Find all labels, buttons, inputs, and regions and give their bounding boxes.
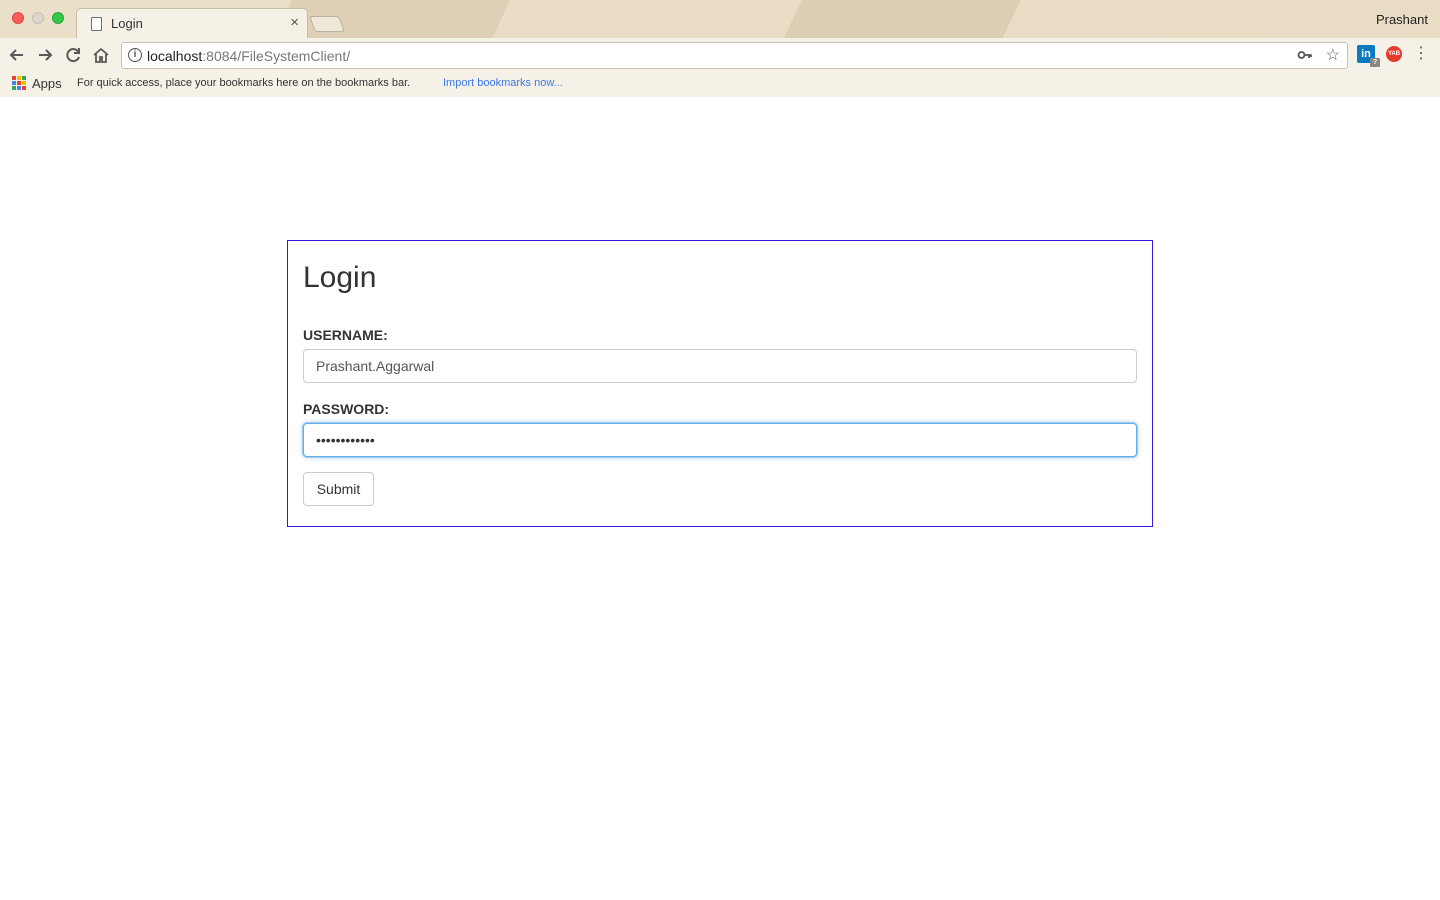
browser-chrome: Login × Prashant i localhost:8084/FileSy… [0,0,1440,97]
bookmarks-bar: Apps For quick access, place your bookma… [0,72,1440,97]
tab-title: Login [111,16,143,31]
profile-name[interactable]: Prashant [1376,12,1428,27]
yab-extension-icon[interactable]: YAB [1386,46,1402,62]
title-bar: Login × Prashant [0,0,1440,38]
document-icon [91,17,102,31]
home-icon[interactable] [90,44,112,66]
apps-label[interactable]: Apps [32,76,62,91]
address-bar[interactable]: i localhost:8084/FileSystemClient/ ☆ [121,42,1348,69]
url-host: localhost [147,48,203,64]
info-icon[interactable]: i [128,48,142,62]
reload-icon[interactable] [62,44,84,66]
bookmarks-hint: For quick access, place your bookmarks h… [77,77,411,89]
username-label: USERNAME: [303,327,388,343]
url-text[interactable]: localhost:8084/FileSystemClient/ [147,48,350,64]
key-icon[interactable] [1297,47,1313,66]
toolbar: i localhost:8084/FileSystemClient/ ☆ in?… [0,38,1440,72]
password-label: PASSWORD: [303,401,390,417]
maximize-window-button[interactable] [52,12,64,24]
linkedin-extension-badge: ? [1370,58,1380,67]
password-input[interactable] [303,423,1137,457]
login-form: Login USERNAME: PASSWORD: Submit [287,240,1153,527]
url-path: :8084/FileSystemClient/ [202,48,351,64]
minimize-window-button[interactable] [32,12,44,24]
submit-button[interactable]: Submit [303,472,374,506]
forward-arrow-icon[interactable] [34,44,56,66]
page-title: Login [303,261,377,294]
back-arrow-icon[interactable] [6,44,28,66]
apps-icon[interactable] [12,76,26,90]
tab-close-icon[interactable]: × [290,14,299,32]
kebab-menu-icon[interactable]: ⋮ [1413,43,1429,65]
star-icon[interactable]: ☆ [1326,45,1340,65]
new-tab-button[interactable] [309,16,345,32]
username-input[interactable] [303,349,1137,383]
import-bookmarks-link[interactable]: Import bookmarks now... [443,77,563,89]
tab-login[interactable]: Login × [76,8,308,38]
linkedin-extension-icon[interactable]: in? [1357,45,1380,67]
close-window-button[interactable] [12,12,24,24]
